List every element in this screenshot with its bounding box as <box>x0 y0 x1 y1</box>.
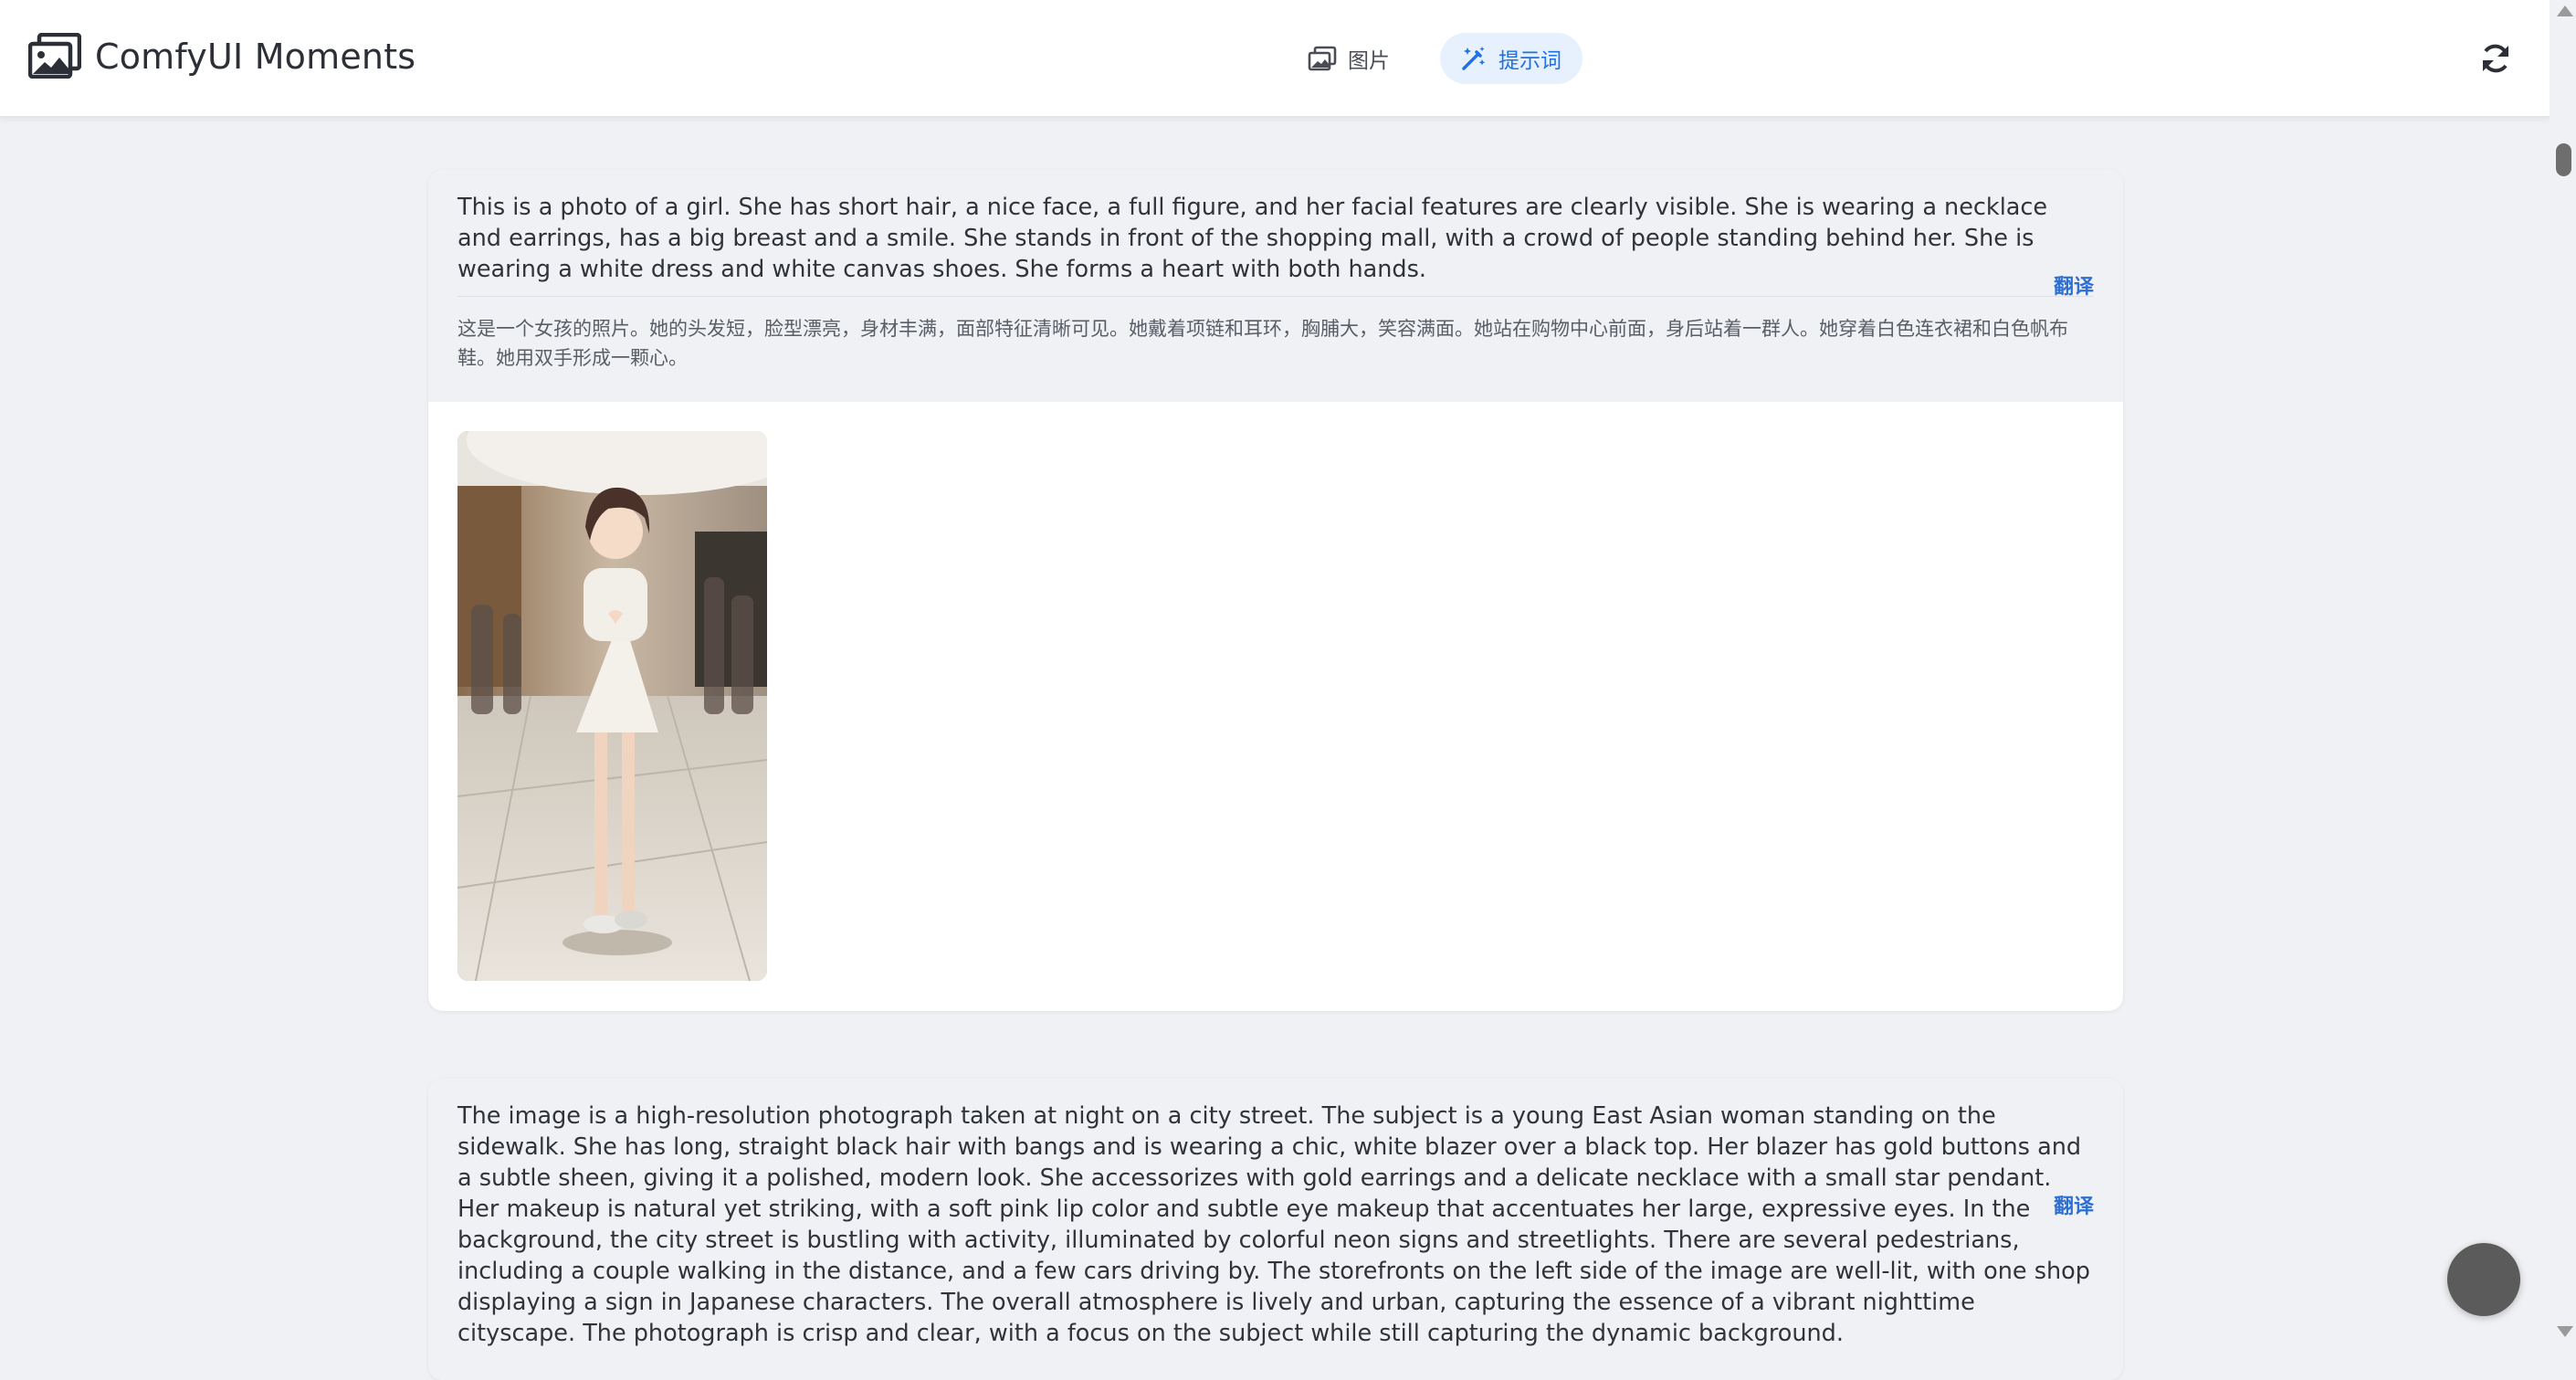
top-bar: ComfyUI Moments 图片 提示词 <box>0 0 2550 118</box>
app-title: ComfyUI Moments <box>95 37 416 77</box>
tab-prompts-label: 提示词 <box>1498 49 1561 73</box>
prompt-text-area: The image is a high-resolution photograp… <box>428 1079 2123 1380</box>
prompt-text-zh: 这是一个女孩的照片。她的头发短，脸型漂亮，身材丰满，面部特征清晰可见。她戴着项链… <box>457 318 2068 369</box>
prompt-text-area: This is a photo of a girl. She has short… <box>428 170 2123 402</box>
prompt-text-en: The image is a high-resolution photograp… <box>457 1102 2090 1347</box>
tab-prompts[interactable]: 提示词 <box>1440 33 1582 84</box>
scroll-down-arrow-icon[interactable] <box>2557 1326 2573 1337</box>
tab-images[interactable]: 图片 <box>1299 33 1445 84</box>
prompt-card: The image is a high-resolution photograp… <box>428 1079 2123 1380</box>
generated-image-thumbnail[interactable] <box>457 431 767 981</box>
divider <box>457 296 2094 297</box>
generated-image <box>457 431 767 981</box>
images-icon <box>28 33 81 79</box>
magic-wand-icon <box>1462 47 1486 70</box>
tab-images-label: 图片 <box>1348 49 1390 73</box>
scrollbar[interactable] <box>2550 0 2576 1345</box>
refresh-icon[interactable] <box>2478 41 2513 76</box>
translate-button[interactable]: 翻译 <box>2054 1190 2094 1219</box>
scroll-up-arrow-icon[interactable] <box>2557 5 2573 16</box>
floating-action-button[interactable] <box>2447 1243 2520 1316</box>
scrollbar-thumb[interactable] <box>2556 143 2571 176</box>
prompt-card: This is a photo of a girl. She has short… <box>428 170 2123 1011</box>
image-icon <box>1308 46 1337 71</box>
prompt-text-en: This is a photo of a girl. She has short… <box>457 194 2048 283</box>
